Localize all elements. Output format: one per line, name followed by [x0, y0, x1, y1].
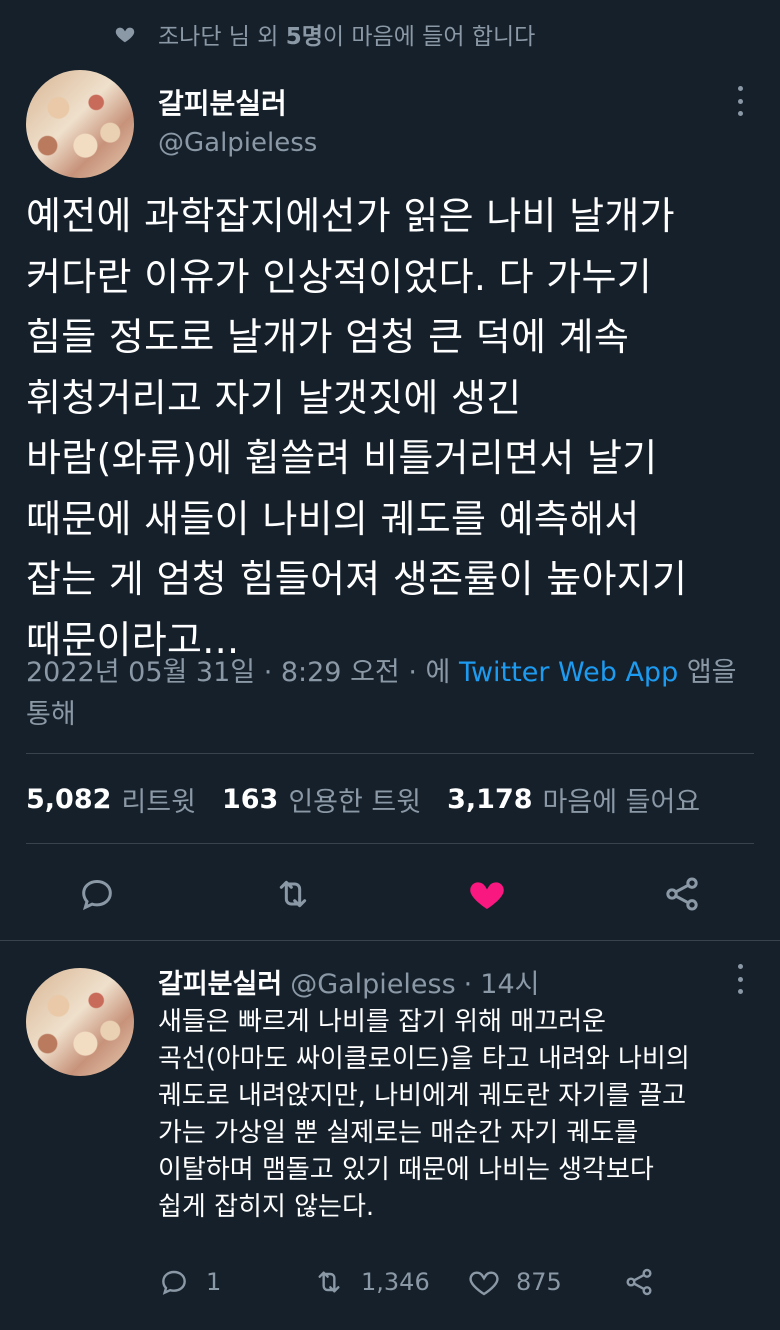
- comment-icon: [162, 1270, 186, 1295]
- like-label[interactable]: 마음에 들어요: [543, 780, 701, 819]
- heart-icon: [115, 27, 135, 43]
- share-icon: [666, 877, 698, 911]
- reply-count: 1: [206, 1268, 222, 1296]
- heart-icon: [470, 882, 504, 909]
- reply-reply-button[interactable]: 1: [158, 1266, 313, 1298]
- reply-like-button[interactable]: 875: [468, 1266, 623, 1298]
- reply-like-count: 875: [516, 1268, 562, 1296]
- share-button[interactable]: [658, 870, 706, 918]
- liked-by-banner[interactable]: 조나단 님 외 5명이 마음에 들어 합니다: [114, 18, 535, 50]
- tweet-text: 예전에 과학잡지에선가 읽은 나비 날개가 커다란 이유가 인상적이었다. 다 …: [26, 194, 688, 662]
- retweet-label[interactable]: 리트윗: [121, 780, 196, 819]
- comment-icon: [82, 879, 112, 911]
- reply-retweet-button[interactable]: 1,346: [313, 1266, 468, 1298]
- divider: [26, 843, 754, 844]
- tweet-meta: 2022년 05월 31일 · 8:29 오전 · 에 Twitter Web …: [26, 652, 766, 736]
- reply-header: 갈피분실러 @Galpieless · 14시: [158, 962, 539, 1001]
- reply-share-button[interactable]: [623, 1266, 655, 1298]
- user-handle[interactable]: @Galpieless: [158, 128, 317, 158]
- display-name[interactable]: 갈피분실러: [158, 82, 287, 122]
- share-icon: [626, 1268, 652, 1296]
- tweet-stats: 5,082 리트윗 163 인용한 트윗 3,178 마음에 들어요: [26, 780, 726, 819]
- reply-button[interactable]: [73, 870, 121, 918]
- reply-actions: 1 1,346 875: [158, 1266, 655, 1298]
- quote-label[interactable]: 인용한 트윗: [288, 780, 421, 819]
- like-button[interactable]: [463, 870, 511, 918]
- heart-outline-icon: [469, 1271, 499, 1296]
- source-app-link[interactable]: Twitter Web App: [459, 657, 678, 688]
- reply-avatar[interactable]: [26, 968, 134, 1076]
- reply-display-name[interactable]: 갈피분실러: [158, 962, 282, 1001]
- reply-time[interactable]: 14시: [480, 962, 539, 1001]
- liked-by-text: 조나단 님 외 5명이 마음에 들어 합니다: [158, 24, 536, 50]
- tweet-actions: [0, 870, 780, 920]
- reply-handle[interactable]: @Galpieless: [290, 969, 455, 1000]
- divider: [26, 753, 754, 754]
- reply-text: 새들은 빠르게 나비를 잡기 위해 매끄러운 곡선(아마도 싸이클로이드)을 타…: [158, 1007, 690, 1222]
- reply-retweet-count: 1,346: [361, 1268, 430, 1296]
- separator: ·: [463, 969, 473, 1000]
- retweet-button[interactable]: [269, 870, 317, 918]
- tweet-date: 2022년 05월 31일 · 8:29 오전 · 에: [26, 657, 451, 688]
- more-options-icon[interactable]: [734, 86, 746, 116]
- like-count[interactable]: 3,178: [447, 784, 532, 815]
- retweet-count[interactable]: 5,082: [26, 784, 111, 815]
- retweet-icon: [279, 880, 307, 908]
- more-options-icon[interactable]: [734, 964, 746, 994]
- quote-count[interactable]: 163: [222, 784, 278, 815]
- divider: [0, 940, 780, 941]
- avatar[interactable]: [26, 70, 134, 178]
- retweet-icon: [318, 1271, 340, 1293]
